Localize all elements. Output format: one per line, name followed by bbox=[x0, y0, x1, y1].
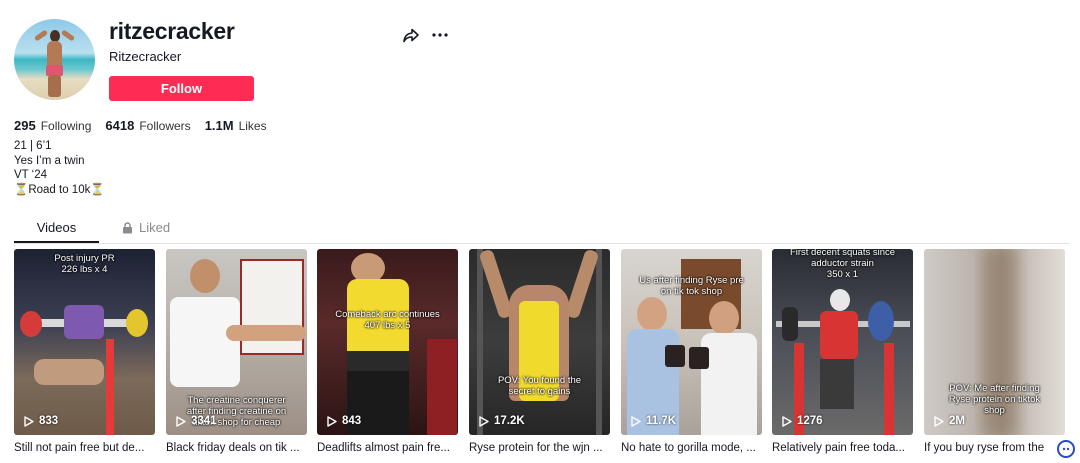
username: ritzecracker bbox=[109, 18, 235, 44]
video-caption[interactable]: Black friday deals on tik ... bbox=[166, 442, 307, 454]
nickname: Ritzecracker bbox=[109, 49, 182, 64]
active-tab-indicator bbox=[14, 241, 99, 243]
view-count: 1276 bbox=[797, 415, 823, 427]
profile-stats: 295 Following 6418 Followers 1.1M Likes bbox=[14, 118, 281, 133]
likes-count: 1.1M bbox=[204, 118, 234, 133]
avatar[interactable] bbox=[14, 19, 95, 100]
view-count: 3341 bbox=[191, 415, 217, 427]
video-thumbnail[interactable]: Post injury PR 226 lbs x 4 833 bbox=[14, 249, 155, 435]
video-views: 843 bbox=[327, 415, 361, 427]
bio-line: VT ‘24 bbox=[14, 169, 48, 182]
followers-label[interactable]: Followers bbox=[139, 119, 190, 133]
bio: 21 | 6’1 Yes I’m a twin VT ‘24 ⏳Road to … bbox=[14, 139, 105, 197]
view-count: 11.7K bbox=[646, 415, 677, 427]
play-icon bbox=[176, 415, 186, 427]
video-overlay-text: Post injury PR 226 lbs x 4 bbox=[54, 253, 115, 275]
video-overlay-text: POV: You found the secret to gains bbox=[497, 375, 582, 397]
following-count: 295 bbox=[14, 118, 36, 133]
video-overlay-text: First decent squats since adductor strai… bbox=[789, 249, 896, 280]
video-card[interactable]: Comeback arc continues 407 lbs x 5 843 D… bbox=[317, 249, 458, 454]
lock-icon bbox=[123, 221, 132, 233]
followers-count: 6418 bbox=[105, 118, 135, 133]
bio-line: Yes I’m a twin bbox=[14, 154, 85, 167]
play-icon bbox=[24, 415, 34, 427]
assistant-button[interactable] bbox=[1057, 440, 1075, 458]
tab-liked-label: Liked bbox=[139, 220, 171, 235]
video-thumbnail[interactable]: POV: You found the secret to gains 17.2K bbox=[469, 249, 610, 435]
video-card[interactable]: The creatine conquerer after finding cre… bbox=[166, 249, 307, 454]
profile-tabs: Videos Liked bbox=[14, 216, 1070, 244]
video-views: 3341 bbox=[176, 415, 217, 427]
video-thumbnail[interactable]: First decent squats since adductor strai… bbox=[772, 249, 913, 435]
play-icon bbox=[631, 415, 641, 427]
view-count: 843 bbox=[342, 415, 362, 427]
video-card[interactable]: Post injury PR 226 lbs x 4 833 Still not… bbox=[14, 249, 155, 454]
video-caption[interactable]: No hate to gorilla mode, ... bbox=[621, 442, 762, 454]
play-icon bbox=[479, 415, 489, 427]
video-caption[interactable]: Still not pain free but de... bbox=[14, 442, 155, 454]
video-card[interactable]: Us after finding Ryse pre on tik tok sho… bbox=[621, 249, 762, 454]
video-caption[interactable]: Relatively pain free toda... bbox=[772, 442, 913, 454]
video-card[interactable]: POV: Me after finding Ryse protein on ti… bbox=[924, 249, 1065, 454]
following-label[interactable]: Following bbox=[41, 119, 92, 133]
video-overlay-text: Us after finding Ryse pre on tik tok sho… bbox=[639, 275, 744, 297]
share-icon[interactable] bbox=[402, 26, 420, 44]
video-overlay-text: Comeback arc continues 407 lbs x 5 bbox=[335, 309, 440, 331]
video-card[interactable]: First decent squats since adductor strai… bbox=[772, 249, 913, 454]
bio-line: ⏳Road to 10k⏳ bbox=[14, 183, 105, 196]
video-caption[interactable]: Ryse protein for the wjn ... bbox=[469, 442, 610, 454]
video-thumbnail[interactable]: POV: Me after finding Ryse protein on ti… bbox=[924, 249, 1065, 435]
video-caption[interactable]: If you buy ryse from the bbox=[924, 442, 1065, 454]
tab-liked[interactable]: Liked bbox=[122, 220, 170, 235]
video-views: 833 bbox=[24, 415, 58, 427]
more-icon[interactable] bbox=[431, 26, 449, 44]
video-views: 17.2K bbox=[479, 415, 525, 427]
play-icon bbox=[782, 415, 792, 427]
video-views: 11.7K bbox=[631, 415, 676, 427]
video-overlay-text: POV: Me after finding Ryse protein on ti… bbox=[948, 383, 1041, 416]
video-thumbnail[interactable]: Comeback arc continues 407 lbs x 5 843 bbox=[317, 249, 458, 435]
tab-videos[interactable]: Videos bbox=[14, 220, 99, 235]
video-caption[interactable]: Deadlifts almost pain fre... bbox=[317, 442, 458, 454]
view-count: 833 bbox=[39, 415, 59, 427]
view-count: 17.2K bbox=[494, 415, 525, 427]
assistant-icon bbox=[1062, 447, 1070, 451]
bio-line: 21 | 6’1 bbox=[14, 140, 52, 152]
play-icon bbox=[327, 415, 337, 427]
view-count: 2M bbox=[949, 415, 965, 427]
video-views: 2M bbox=[934, 415, 965, 427]
video-card[interactable]: POV: You found the secret to gains 17.2K… bbox=[469, 249, 610, 454]
video-views: 1276 bbox=[782, 415, 823, 427]
follow-button[interactable]: Follow bbox=[109, 76, 254, 101]
video-thumbnail[interactable]: Us after finding Ryse pre on tik tok sho… bbox=[621, 249, 762, 435]
play-icon bbox=[934, 415, 944, 427]
likes-label: Likes bbox=[238, 119, 267, 133]
video-thumbnail[interactable]: The creatine conquerer after finding cre… bbox=[166, 249, 307, 435]
